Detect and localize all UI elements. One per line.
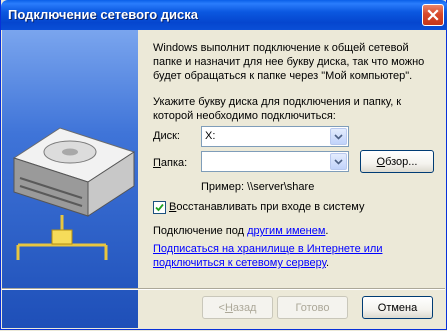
close-button[interactable] — [422, 4, 444, 26]
drive-value: X: — [205, 130, 216, 142]
chevron-down-icon — [334, 133, 343, 140]
title-bar[interactable]: Подключение сетевого диска — [1, 0, 447, 30]
online-storage-link-line-2[interactable]: подключиться к сетевому серверу — [153, 257, 326, 269]
folder-label: Папка: — [153, 157, 188, 169]
window-title: Подключение сетевого диска — [8, 7, 199, 22]
back-button[interactable]: < Назад — [202, 296, 273, 319]
intro-line-3: будет обращаться к папке через "Мой комп… — [153, 70, 413, 82]
wizard-sidebar — [2, 30, 138, 328]
checkmark-icon — [155, 203, 164, 212]
footer-divider — [2, 288, 445, 290]
drive-label: Диск: — [153, 130, 180, 142]
browse-button[interactable]: Обзор... — [360, 150, 434, 173]
intro-line-1: Windows выполнит подключение к общей сет… — [153, 42, 409, 54]
online-storage-text: Подписаться на хранилище в Интернете или… — [153, 243, 383, 269]
instruction-line-2: которой необходимо подключиться: — [153, 110, 336, 122]
cancel-button[interactable]: Отмена — [362, 296, 433, 319]
finish-button[interactable]: Готово — [277, 296, 348, 319]
folder-dropdown-button[interactable] — [330, 153, 347, 170]
drive-combobox[interactable]: X: — [201, 126, 349, 147]
chevron-down-icon — [334, 158, 343, 165]
reconnect-label[interactable]: Восстанавливать при входе в систему — [169, 201, 365, 213]
instruction-line-1: Укажите букву диска для подключения и па… — [153, 96, 402, 108]
online-storage-link-line-1[interactable]: Подписаться на хранилище в Интернете или — [153, 243, 382, 255]
intro-text: Windows выполнит подключение к общей сет… — [153, 41, 424, 83]
intro-line-2: папке и назначит для нее букву диска, та… — [153, 56, 425, 68]
reconnect-checkbox[interactable] — [153, 201, 166, 214]
connect-as-text: Подключение под другим именем. — [153, 225, 329, 237]
drive-dropdown-button[interactable] — [330, 128, 347, 145]
close-icon — [427, 9, 439, 21]
different-user-link[interactable]: другим именем — [247, 225, 325, 237]
folder-combobox[interactable] — [201, 151, 349, 172]
path-example: Пример: \\server\share — [201, 181, 315, 193]
instruction-text: Укажите букву диска для подключения и па… — [153, 95, 401, 123]
network-drive-icon — [12, 127, 136, 260]
map-network-drive-dialog: Подключение сетевого диска Windows выпол… — [0, 0, 447, 330]
